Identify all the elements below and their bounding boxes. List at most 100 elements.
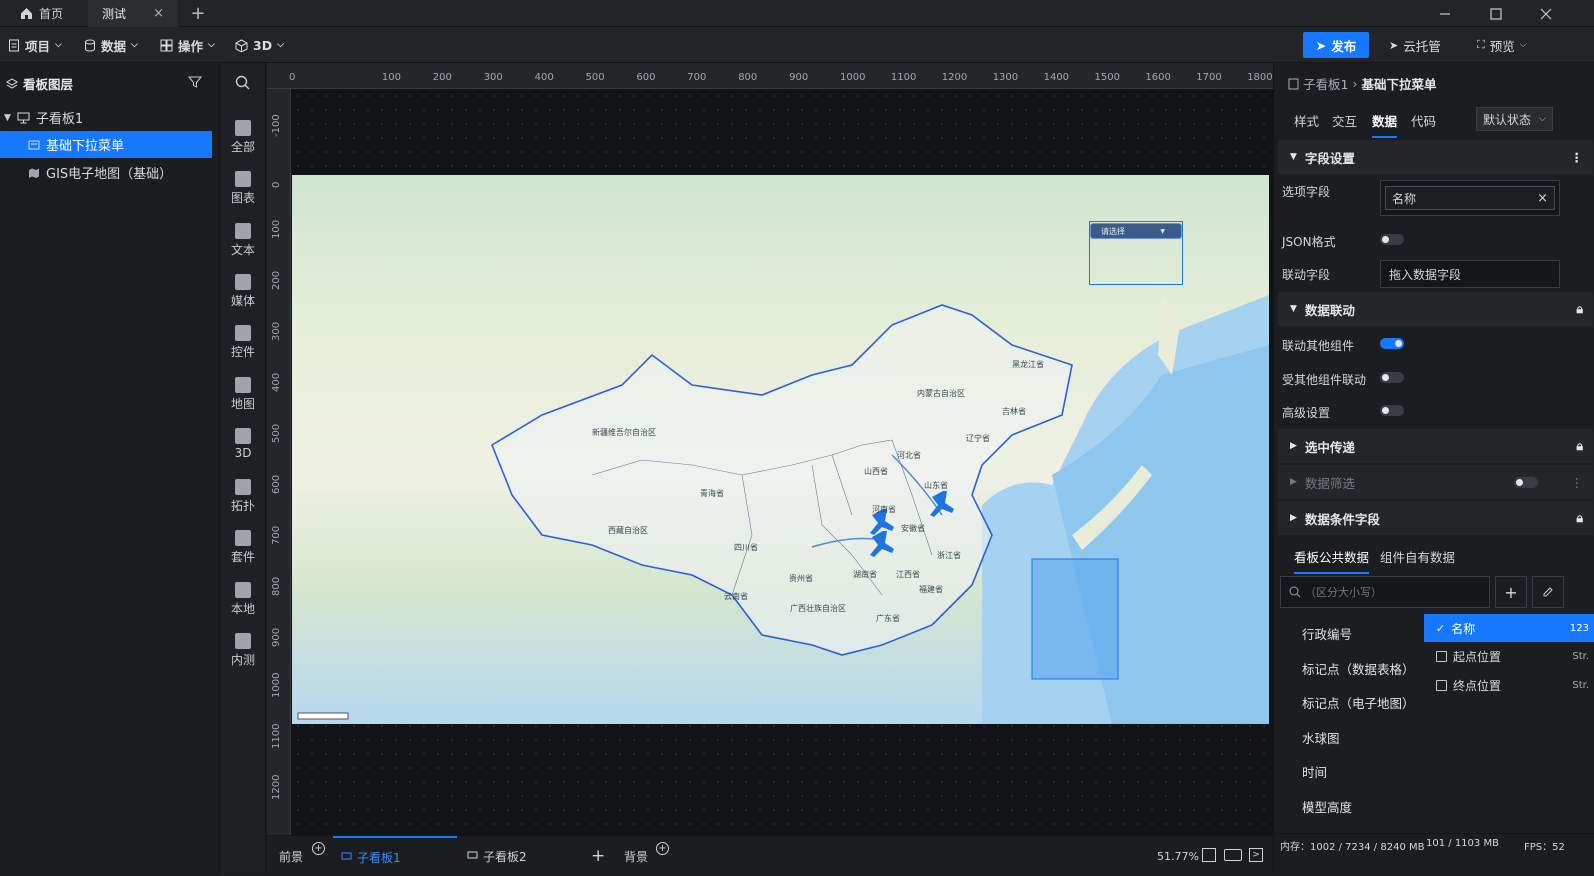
tab-component-data[interactable]: 组件自有数据 [1380,547,1455,566]
fit-screen-icon[interactable] [1202,848,1216,862]
vertical-ruler[interactable]: -100 0 100 200 300 400 500 600 700 800 900 1000 1100… [267,89,291,835]
rail-item-8[interactable]: 拓扑 [220,479,266,514]
menu-project[interactable]: 项目 ⌵ [8,27,62,63]
data-search[interactable] [1280,576,1490,608]
tab-data[interactable]: 数据 [1372,111,1398,138]
menu-data[interactable]: 数据 ⌵ [84,27,138,63]
layer-item-dropdown[interactable]: 基础下拉菜单 [0,131,212,158]
horizontal-ruler[interactable]: 0 100 200 300 400 500 600 700 800 900 1000 1100 1200… [267,63,1273,89]
advanced-toggle[interactable] [1380,405,1404,416]
lock-icon[interactable]: 🔒︎ [1576,301,1583,317]
section-field-settings[interactable]: ▼ 字段设置 ⋮ [1278,140,1593,174]
layer-item-gis-map[interactable]: GIS电子地图（基础） [0,159,212,186]
data-source-item[interactable]: 模型高度 [1302,797,1352,816]
tab-board-public-data[interactable]: 看板公共数据 [1294,547,1370,574]
tab-test[interactable]: 测试 × [88,0,178,27]
menu-operation[interactable]: 操作 ⌵ [160,27,215,63]
linked-by-others-toggle[interactable] [1380,372,1404,383]
tab-home[interactable]: 首页 [6,0,86,27]
canvas-stage[interactable]: 新疆维吾尔自治区 青海省 西藏自治区 四川省 云南省 贵州省 广西壮族自治区 广东省 湖南省 江西… [291,89,1273,835]
map-region-label: 湖南省 [853,570,877,579]
close-icon[interactable]: × [1537,191,1548,206]
more-icon[interactable]: ⋮ [1571,150,1584,165]
add-data-button[interactable]: + [1495,576,1527,608]
close-window-button[interactable] [1534,0,1558,27]
data-source-item[interactable]: 标记点（电子地图） [1302,693,1415,712]
link-others-toggle[interactable] [1380,338,1404,349]
section-data-link[interactable]: ▼ 数据联动 🔒︎ [1278,292,1593,326]
menu-3d[interactable]: 3D ⌵ [235,27,284,63]
data-source-item[interactable]: 水球图 [1302,728,1340,747]
field-item[interactable]: 终点位置 Str. [1424,671,1594,699]
data-source-item[interactable]: 行政编号 [1302,624,1352,643]
check-icon[interactable]: ✓ [1436,622,1445,635]
section-selected-pass[interactable]: ▶ 选中传递 🔒︎ [1278,429,1593,463]
map-region-label: 河北省 [897,451,921,460]
rail-item-11[interactable]: 内测 [220,633,266,668]
rail-item-7[interactable]: 3D [220,427,266,460]
rail-item-1[interactable]: 全部 [220,120,266,155]
rail-item-5[interactable]: 控件 [220,325,266,360]
checkbox[interactable] [1436,679,1447,691]
data-source-item[interactable]: 时间 [1302,762,1327,781]
filter-icon[interactable] [188,75,202,89]
state-select[interactable]: 默认状态 ⌵ [1476,107,1553,131]
layers-icon [6,77,18,89]
field-item[interactable]: 起点位置 Str. [1424,643,1594,671]
add-background-icon[interactable]: + [656,842,669,855]
selection-box[interactable] [1089,221,1183,285]
rail-item-4[interactable]: 媒体 [220,273,266,309]
tab-background[interactable]: 背景 [624,836,648,876]
add-foreground-icon[interactable]: + [312,842,325,855]
keyboard-icon[interactable] [1224,849,1242,861]
link-field-dropzone[interactable]: 拖入数据字段 [1380,260,1560,288]
tab-style[interactable]: 样式 [1294,111,1319,130]
option-field-chip[interactable]: 名称 × [1385,186,1555,210]
cloud-hosting-button[interactable]: ➤ 云托管 [1389,27,1441,63]
lock-icon[interactable]: 🔒︎ [1576,438,1583,454]
data-search-input[interactable] [1305,585,1475,599]
data-filter-toggle[interactable] [1514,477,1538,488]
link-field-placeholder: 拖入数据字段 [1389,267,1462,282]
tab-board-1[interactable]: 子看板1 [333,836,457,876]
zoom-level[interactable]: 51.77% [1157,850,1199,863]
tab-foreground[interactable]: 前景 [279,836,303,876]
breadcrumb-parent[interactable]: 子看板1 [1303,74,1348,93]
rail-item-10[interactable]: 本地 [220,581,266,617]
rail-item-6[interactable]: 地图 [220,376,266,412]
layer-item-board[interactable]: ▼ 子看板1 [0,104,212,131]
rail-item-3[interactable]: 文本 [220,222,266,258]
maximize-button[interactable] [1484,0,1508,27]
preview-button[interactable]: ⛶ 预览 ⌵ [1477,27,1527,63]
tab-board-2[interactable]: 子看板2 [467,836,585,876]
control-icon [235,325,251,342]
caret-down-icon[interactable]: ▼ [4,113,11,123]
minimize-button[interactable] [1433,0,1457,27]
close-icon[interactable]: × [153,6,164,21]
lock-icon[interactable]: 🔒︎ [1576,510,1583,526]
rail-item-2[interactable]: 图表 [220,171,266,206]
checkbox[interactable] [1436,651,1447,662]
terminal-icon[interactable]: > [1249,848,1263,862]
data-source-item[interactable]: 标记点（数据表格） [1302,659,1415,678]
rail-item-9[interactable]: 套件 [220,530,266,565]
map-region-label: 四川省 [734,543,758,552]
add-board-button[interactable]: + [591,846,605,866]
add-tab-button[interactable]: + [186,0,210,27]
section-data-condition[interactable]: ▶ 数据条件字段 🔒︎ [1278,501,1593,535]
tab-code[interactable]: 代码 [1411,111,1436,130]
send-icon: ➤ [1315,37,1327,53]
edit-data-button[interactable] [1532,576,1564,608]
more-icon[interactable]: ⋮ [1571,475,1584,490]
layer-panel: 看板图层 ▼ 子看板1 基础下拉菜单 GIS电子地图（基础） [0,63,220,875]
gis-map[interactable]: 新疆维吾尔自治区 青海省 西藏自治区 四川省 云南省 贵州省 广西壮族自治区 广东省 湖南省 江西… [292,175,1269,724]
rail-label: 3D [234,445,252,460]
breadcrumb: 子看板1 › 基础下拉菜单 [1288,74,1436,93]
field-item[interactable]: ✓ 名称 123 [1424,614,1594,642]
publish-button[interactable]: ➤ 发布 [1303,32,1369,58]
json-format-toggle[interactable] [1380,234,1404,245]
tab-interaction[interactable]: 交互 [1332,111,1357,130]
section-data-filter[interactable]: ▶ 数据筛选 ⋮ [1278,465,1593,499]
option-field-dropzone[interactable]: 名称 × [1380,180,1560,216]
search-icon[interactable] [235,75,250,90]
